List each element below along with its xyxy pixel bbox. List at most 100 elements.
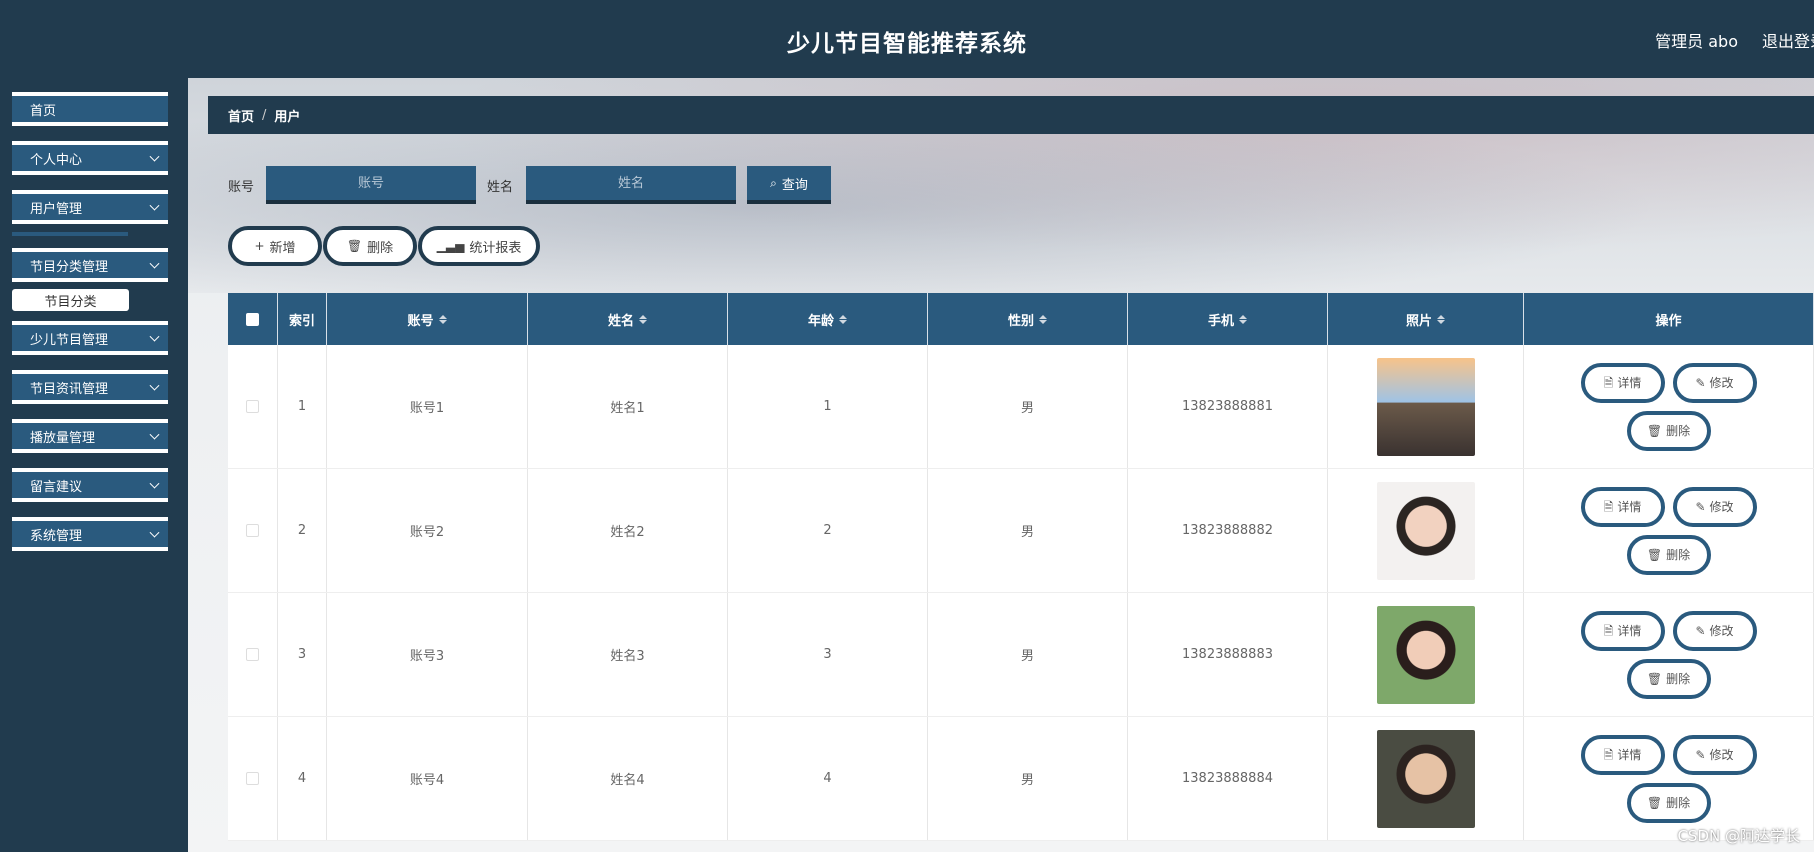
plus-icon: + (254, 239, 265, 253)
edit-button[interactable]: ✎ 修改 (1672, 486, 1757, 527)
delete-label: 删除 (1666, 548, 1691, 562)
user-photo (1376, 729, 1475, 828)
edit-label: 修改 (1709, 624, 1734, 638)
bar-chart-icon: ▁▃▅ (436, 239, 465, 253)
sort-icon[interactable] (639, 314, 647, 324)
breadcrumb-current: 用户 (274, 109, 301, 125)
pencil-icon: ✎ (1695, 499, 1706, 514)
sidebar-item-news-management[interactable]: 节目资讯管理 (12, 370, 168, 404)
document-icon: 🗎︎ (1603, 623, 1614, 638)
cell-gender: 男 (928, 717, 1128, 840)
column-header-sortable[interactable]: 照片 (1328, 293, 1524, 345)
sidebar-item-category-management[interactable]: 节目分类管理 (12, 248, 168, 282)
account-search-input[interactable] (266, 166, 476, 204)
column-header-sortable[interactable]: 账号 (327, 293, 528, 345)
column-header-label: 姓名 (607, 313, 634, 329)
sidebar: 首页 个人中心 用户管理 节目分类管理 节目分类 少儿节目管理 节目资讯管理 播… (0, 78, 188, 852)
user-photo (1376, 481, 1475, 580)
cell-phone: 13823888884 (1128, 717, 1328, 840)
select-all-checkbox[interactable] (246, 312, 259, 326)
column-header-sortable[interactable]: 性别 (928, 293, 1128, 345)
row-checkbox[interactable] (246, 648, 259, 661)
sidebar-item-system-management[interactable]: 系统管理 (12, 517, 168, 551)
sidebar-item-playcount-management[interactable]: 播放量管理 (12, 419, 168, 453)
delete-button[interactable]: 🗑︎ 删除 (1626, 410, 1711, 451)
cell-age: 4 (728, 717, 928, 840)
edit-button[interactable]: ✎ 修改 (1672, 362, 1757, 403)
edit-button[interactable]: ✎ 修改 (1672, 734, 1757, 775)
sidebar-item-home[interactable]: 首页 (12, 92, 168, 126)
report-button[interactable]: ▁▃▅ 统计报表 (418, 226, 540, 266)
name-search-input[interactable] (526, 166, 736, 204)
cell-actions: 🗎︎ 详情 ✎ 修改 🗑︎ 删除 (1524, 593, 1814, 716)
delete-label: 删除 (1666, 424, 1691, 438)
detail-button[interactable]: 🗎︎ 详情 (1580, 362, 1665, 403)
cell-actions: 🗎︎ 详情 ✎ 修改 🗑︎ 删除 (1524, 345, 1814, 468)
row-checkbox[interactable] (246, 772, 259, 785)
column-header: 索引 (278, 293, 327, 345)
column-header: 操作 (1524, 293, 1814, 345)
column-header-label: 性别 (1007, 313, 1034, 329)
cell-photo (1328, 717, 1524, 840)
delete-label: 删除 (1666, 796, 1691, 810)
sidebar-item-label: 用户管理 (30, 201, 83, 217)
row-checkbox[interactable] (246, 524, 259, 537)
cell-phone: 13823888882 (1128, 469, 1328, 592)
sidebar-item-user-management[interactable]: 用户管理 (12, 190, 168, 224)
cell-actions: 🗎︎ 详情 ✎ 修改 🗑︎ 删除 (1524, 717, 1814, 840)
sidebar-item-program-management[interactable]: 少儿节目管理 (12, 321, 168, 355)
sort-icon[interactable] (839, 314, 847, 324)
batch-delete-button[interactable]: 🗑︎ 删除 (323, 226, 417, 266)
delete-button[interactable]: 🗑︎ 删除 (1626, 534, 1711, 575)
user-photo (1376, 357, 1475, 456)
breadcrumb-home[interactable]: 首页 (228, 106, 254, 125)
name-label: 姓名 (487, 180, 514, 195)
document-icon: 🗎︎ (1603, 499, 1614, 514)
sort-icon[interactable] (1437, 314, 1445, 324)
cell-photo (1328, 345, 1524, 468)
search-button[interactable]: ⌕ 查询 (747, 166, 831, 204)
column-header-sortable[interactable]: 姓名 (528, 293, 728, 345)
document-icon: 🗎︎ (1603, 375, 1614, 390)
cell-name: 姓名3 (528, 593, 728, 716)
edit-label: 修改 (1709, 376, 1734, 390)
account-label: 账号 (228, 180, 255, 195)
submenu-divider (12, 232, 128, 236)
select-all-cell (228, 293, 278, 345)
table-row: 3 账号3 姓名3 3 男 13823888883 🗎︎ 详情 ✎ 修改 🗑︎ 删除 (228, 593, 1814, 717)
watermark: CSDN @阿达学长 (1677, 827, 1800, 845)
search-button-label: 查询 (781, 177, 808, 193)
sidebar-item-label: 个人中心 (30, 152, 83, 168)
cell-index: 4 (278, 717, 327, 840)
cell-name: 姓名2 (528, 469, 728, 592)
submenu-item-category[interactable]: 节目分类 (12, 289, 129, 311)
trash-icon: 🗑︎ (1646, 547, 1663, 562)
row-checkbox[interactable] (246, 400, 259, 413)
cell-phone: 13823888883 (1128, 593, 1328, 716)
logout-link[interactable]: 退出登录 (1762, 28, 1814, 52)
detail-button[interactable]: 🗎︎ 详情 (1580, 734, 1665, 775)
delete-button[interactable]: 🗑︎ 删除 (1626, 782, 1711, 823)
cell-account: 账号4 (327, 717, 528, 840)
cell-gender: 男 (928, 345, 1128, 468)
sort-icon[interactable] (438, 314, 447, 324)
column-header-sortable[interactable]: 年龄 (728, 293, 928, 345)
table-header: 索引 账号 姓名 年龄 性别 手机 照片 操作 (228, 293, 1814, 345)
edit-button[interactable]: ✎ 修改 (1672, 610, 1757, 651)
cell-phone: 13823888881 (1128, 345, 1328, 468)
column-header-label: 照片 (1405, 313, 1432, 329)
delete-button[interactable]: 🗑︎ 删除 (1626, 658, 1711, 699)
trash-icon: 🗑︎ (1646, 671, 1663, 686)
chevron-down-icon (149, 151, 160, 162)
table-row: 1 账号1 姓名1 1 男 13823888881 🗎︎ 详情 ✎ 修改 🗑︎ 删除 (228, 345, 1814, 469)
cell-account: 账号1 (327, 345, 528, 468)
document-icon: 🗎︎ (1603, 747, 1614, 762)
add-button[interactable]: + 新增 (228, 226, 322, 266)
sidebar-item-messages[interactable]: 留言建议 (12, 468, 168, 502)
sort-icon[interactable] (1239, 314, 1247, 324)
sidebar-item-personal-center[interactable]: 个人中心 (12, 141, 168, 175)
detail-button[interactable]: 🗎︎ 详情 (1580, 486, 1665, 527)
detail-button[interactable]: 🗎︎ 详情 (1580, 610, 1665, 651)
column-header-sortable[interactable]: 手机 (1128, 293, 1328, 345)
sort-icon[interactable] (1039, 314, 1047, 324)
